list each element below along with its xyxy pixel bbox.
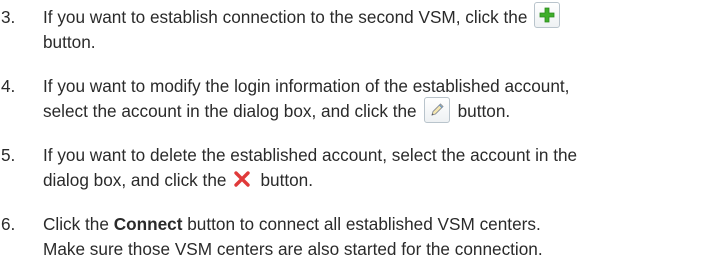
step-line: select the account in the dialog box, an… [43,97,721,124]
step-text-segment: button. [260,170,314,190]
step-text-segment: button to connect all established VSM ce… [187,214,541,234]
step-text-segment: dialog box, and click the [43,170,227,190]
step-line: button. [43,32,96,52]
step-line: If you want to modify the login informat… [43,76,570,96]
step-number: 5. [1,145,16,165]
step-line: dialog box, and click the button. [43,168,721,193]
step-text: If you want to delete the established ac… [43,143,721,193]
step-line: If you want to establish connection to t… [43,2,721,30]
step-text-segment: If you want to establish connection to t… [43,7,528,27]
edit-icon [423,97,450,124]
step-text: If you want to establish connection to t… [43,2,721,55]
step-line: Click the Connect button to connect all … [43,212,721,237]
step-text-segment: select the account in the dialog box, an… [43,101,417,121]
step-text: If you want to modify the login informat… [43,74,721,124]
connect-button-label: Connect [113,214,183,234]
delete-icon [232,169,252,189]
step-number: 4. [1,76,16,96]
step-text-segment: button. [457,101,511,121]
step-number: 6. [1,214,16,234]
add-icon [534,2,561,29]
step-line: If you want to delete the established ac… [43,145,578,165]
step-line: Make sure those VSM centers are also sta… [43,239,543,259]
step-text: Click the Connect button to connect all … [43,212,721,262]
instruction-step-list: 3. If you want to establish connection t… [0,0,721,277]
step-number: 3. [1,7,16,27]
step-text-segment: Click the [43,214,109,234]
